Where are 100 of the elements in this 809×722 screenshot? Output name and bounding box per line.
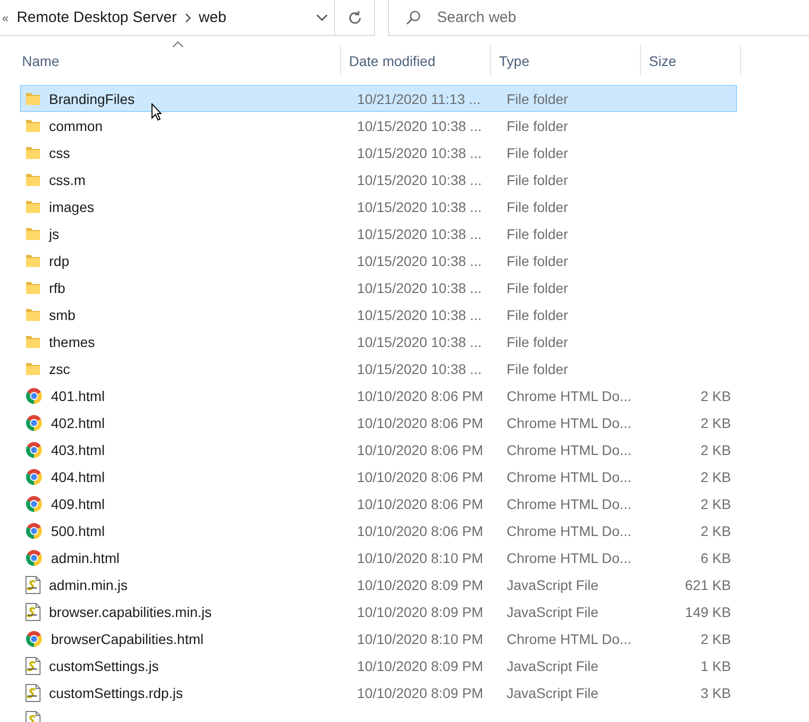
file-row[interactable]: css 10/15/2020 10:38 ... File folder (20, 139, 737, 166)
file-type: Chrome HTML Do... (506, 496, 632, 512)
file-row[interactable]: js 10/15/2020 10:38 ... File folder (20, 220, 737, 247)
column-header[interactable]: Date modified (341, 45, 491, 76)
file-row[interactable]: css.m 10/15/2020 10:38 ... File folder (20, 166, 737, 193)
file-name: smb (49, 306, 76, 322)
chrome-icon (25, 522, 43, 540)
file-name: 500.html (51, 522, 105, 538)
column-header[interactable]: Size (641, 45, 741, 76)
file-type: File folder (506, 226, 568, 242)
date-modified: 10/10/2020 8:06 PM (357, 468, 484, 484)
file-row[interactable]: admin.min.js 10/10/2020 8:09 PM JavaScript File 621 KB (20, 571, 737, 598)
date-modified: 10/15/2020 10:38 ... (357, 306, 482, 322)
file-type: JavaScript File (506, 604, 598, 620)
file-row[interactable]: smb 10/15/2020 10:38 ... File folder (20, 301, 737, 328)
file-row[interactable]: customSettings.js 10/10/2020 8:09 PM JavaScript File 1 KB (20, 652, 737, 679)
date-modified: 10/10/2020 8:10 PM (357, 630, 484, 646)
file-type: JavaScript File (506, 684, 598, 700)
file-row[interactable]: customSettings.rdp.js 10/10/2020 8:09 PM JavaScript File 3 KB (20, 679, 737, 706)
folder-icon (25, 172, 41, 186)
chevron-right-icon (182, 12, 193, 22)
date-modified: 10/10/2020 8:09 PM (357, 684, 484, 700)
file-row[interactable]: 401.html 10/10/2020 8:06 PM Chrome HTML Do... 2 KB (20, 382, 737, 409)
overflow-chevron[interactable]: « (2, 10, 9, 24)
folder-icon (25, 200, 41, 214)
file-name: js (49, 226, 60, 242)
file-row[interactable]: 403.html 10/10/2020 8:06 PM Chrome HTML Do... 2 KB (20, 436, 737, 463)
folder-icon (25, 146, 41, 160)
date-modified: 10/15/2020 10:38 ... (357, 226, 482, 242)
search-box[interactable]: Search web (388, 0, 809, 36)
folder-icon (25, 280, 41, 294)
date-modified: 10/10/2020 8:09 PM (357, 576, 484, 592)
file-row[interactable]: 409.html 10/10/2020 8:06 PM Chrome HTML Do... 2 KB (20, 490, 737, 517)
file-size: 2 KB (700, 522, 731, 538)
file-type: File folder (506, 118, 568, 134)
date-modified: 10/15/2020 10:38 ... (357, 280, 482, 296)
file-row[interactable]: images 10/15/2020 10:38 ... File folder (20, 193, 737, 220)
date-modified: 10/10/2020 8:06 PM (357, 496, 484, 512)
file-name: 403.html (51, 442, 105, 458)
chrome-icon (25, 414, 43, 432)
file-row[interactable]: rdp 10/15/2020 10:38 ... File folder (20, 247, 737, 274)
file-row[interactable]: common 10/15/2020 10:38 ... File folder (20, 112, 737, 139)
date-modified: 10/15/2020 10:38 ... (357, 144, 482, 160)
file-name: themes (49, 334, 95, 350)
file-name: css.m (49, 172, 86, 188)
file-size: 1 KB (700, 658, 731, 674)
file-type: Chrome HTML Do... (506, 414, 632, 430)
date-modified: 10/15/2020 10:38 ... (357, 198, 482, 214)
folder-icon (25, 362, 41, 376)
file-name: zsc (49, 360, 70, 376)
column-header[interactable]: Name (14, 45, 341, 76)
file-row[interactable]: zsc 10/15/2020 10:38 ... File folder (20, 355, 737, 382)
file-type: Chrome HTML Do... (506, 442, 632, 458)
file-type: File folder (506, 360, 568, 376)
file-size: 2 KB (700, 442, 731, 458)
file-name: customSettings.js (49, 658, 159, 674)
search-field[interactable]: Search web (435, 8, 809, 27)
folder-icon (25, 118, 41, 132)
file-size: 3 KB (700, 684, 731, 700)
file-row[interactable]: themes 10/15/2020 10:38 ... File folder (20, 328, 737, 355)
breadcrumb[interactable]: web (198, 9, 226, 26)
folder-icon (25, 308, 41, 322)
file-name: rfb (49, 280, 66, 296)
file-name: admin.html (51, 550, 120, 566)
file-name: 402.html (51, 414, 105, 430)
file-row[interactable]: admin.html 10/10/2020 8:10 PM Chrome HTML Do... 6 KB (20, 544, 737, 571)
breadcrumb[interactable]: Remote Desktop Server (16, 9, 177, 26)
file-name: images (49, 198, 94, 214)
file-type: File folder (506, 198, 568, 214)
file-type: JavaScript File (506, 576, 598, 592)
date-modified: 10/10/2020 8:06 PM (357, 388, 484, 404)
date-modified: 10/15/2020 10:38 ... (357, 360, 482, 376)
file-type: File folder (506, 90, 568, 106)
chrome-icon (25, 468, 43, 486)
file-row[interactable]: 500.html 10/10/2020 8:06 PM Chrome HTML Do... 2 KB (20, 517, 737, 544)
file-type: Chrome HTML Do... (506, 630, 632, 646)
chrome-icon (25, 548, 43, 566)
chrome-icon (25, 386, 43, 404)
file-size: 2 KB (700, 414, 731, 430)
file-name: rdp (49, 252, 70, 268)
address-bar[interactable]: « Remote Desktop Server web (0, 0, 335, 36)
dropdown-chevron-icon[interactable] (316, 14, 328, 22)
file-row[interactable]: 402.html 10/10/2020 8:06 PM Chrome HTML Do... 2 KB (20, 409, 737, 436)
file-type: Chrome HTML Do... (506, 522, 632, 538)
file-type: File folder (506, 172, 568, 188)
file-row[interactable]: BrandingFiles 10/21/2020 11:13 ... File folder (20, 85, 737, 112)
file-type: File folder (506, 306, 568, 322)
file-name: browser.capabilities.min.js (49, 604, 212, 620)
file-size: 6 KB (700, 550, 731, 566)
column-header[interactable]: Type (491, 45, 641, 76)
date-modified: 10/10/2020 8:06 PM (357, 414, 484, 430)
file-row[interactable]: browserCapabilities.html 10/10/2020 8:10 PM Chrome HTML Do... 2 KB (20, 625, 737, 652)
file-row[interactable]: browser.capabilities.min.js 10/10/2020 8:09 PM JavaScript File 149 KB (20, 598, 737, 625)
script-file-icon (25, 576, 41, 594)
date-modified: 10/15/2020 10:38 ... (357, 118, 482, 134)
file-row[interactable]: 404.html 10/10/2020 8:06 PM Chrome HTML Do... 2 KB (20, 463, 737, 490)
mouse-pointer-icon (151, 103, 162, 121)
file-row[interactable]: rfb 10/15/2020 10:38 ... File folder (20, 274, 737, 301)
folder-icon (25, 334, 41, 348)
refresh-button[interactable] (335, 0, 375, 36)
